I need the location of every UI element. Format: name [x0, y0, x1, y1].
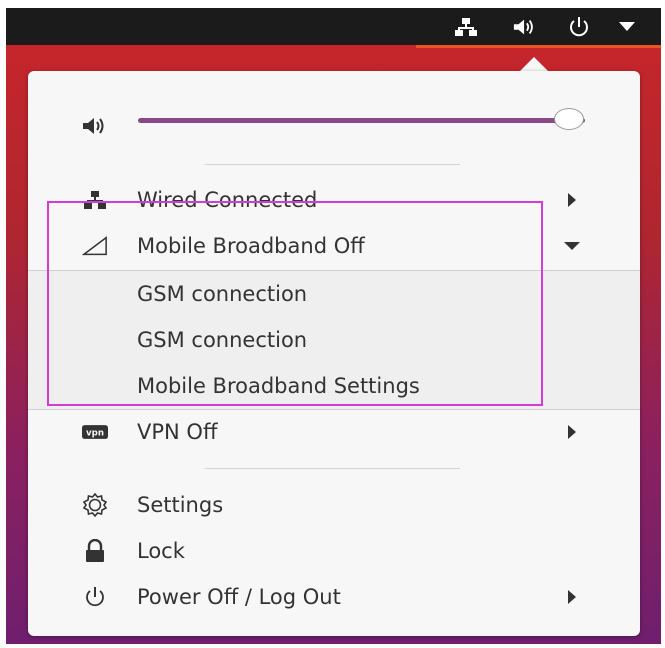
lock-icon [82, 538, 108, 564]
network-wired-icon[interactable] [454, 15, 478, 39]
volume-row [28, 106, 640, 146]
power-icon[interactable] [567, 15, 591, 39]
chevron-right-icon [564, 589, 580, 605]
menu-item-label: Power Off / Log Out [137, 585, 341, 609]
desktop-background: Wired Connected Mobile Broadband Off GSM… [6, 8, 661, 644]
power-icon [82, 584, 108, 610]
chevron-down-icon [564, 238, 580, 254]
menu-item-label: VPN Off [137, 420, 218, 444]
highlight-box [47, 201, 543, 406]
separator [205, 468, 460, 469]
menu-item-settings[interactable]: Settings [28, 485, 640, 525]
volume-slider-handle[interactable] [554, 108, 584, 130]
chevron-right-icon [564, 192, 580, 208]
svg-text:vpn: vpn [86, 428, 104, 438]
menu-item-vpn[interactable]: vpn VPN Off [28, 412, 640, 452]
chevron-right-icon [564, 424, 580, 440]
menu-item-lock[interactable]: Lock [28, 531, 640, 571]
menu-pointer [520, 57, 548, 71]
gear-icon [82, 492, 108, 518]
separator [205, 164, 460, 165]
menu-item-label: Lock [137, 539, 185, 563]
active-indicator [416, 45, 661, 48]
vpn-icon: vpn [82, 419, 108, 445]
volume-icon[interactable] [513, 15, 537, 39]
dropdown-arrow-icon[interactable] [615, 15, 639, 39]
volume-slider-track[interactable] [138, 118, 585, 123]
top-bar [6, 8, 661, 45]
volume-icon [82, 113, 108, 139]
menu-item-label: Settings [137, 493, 224, 517]
menu-item-power-off[interactable]: Power Off / Log Out [28, 577, 640, 617]
